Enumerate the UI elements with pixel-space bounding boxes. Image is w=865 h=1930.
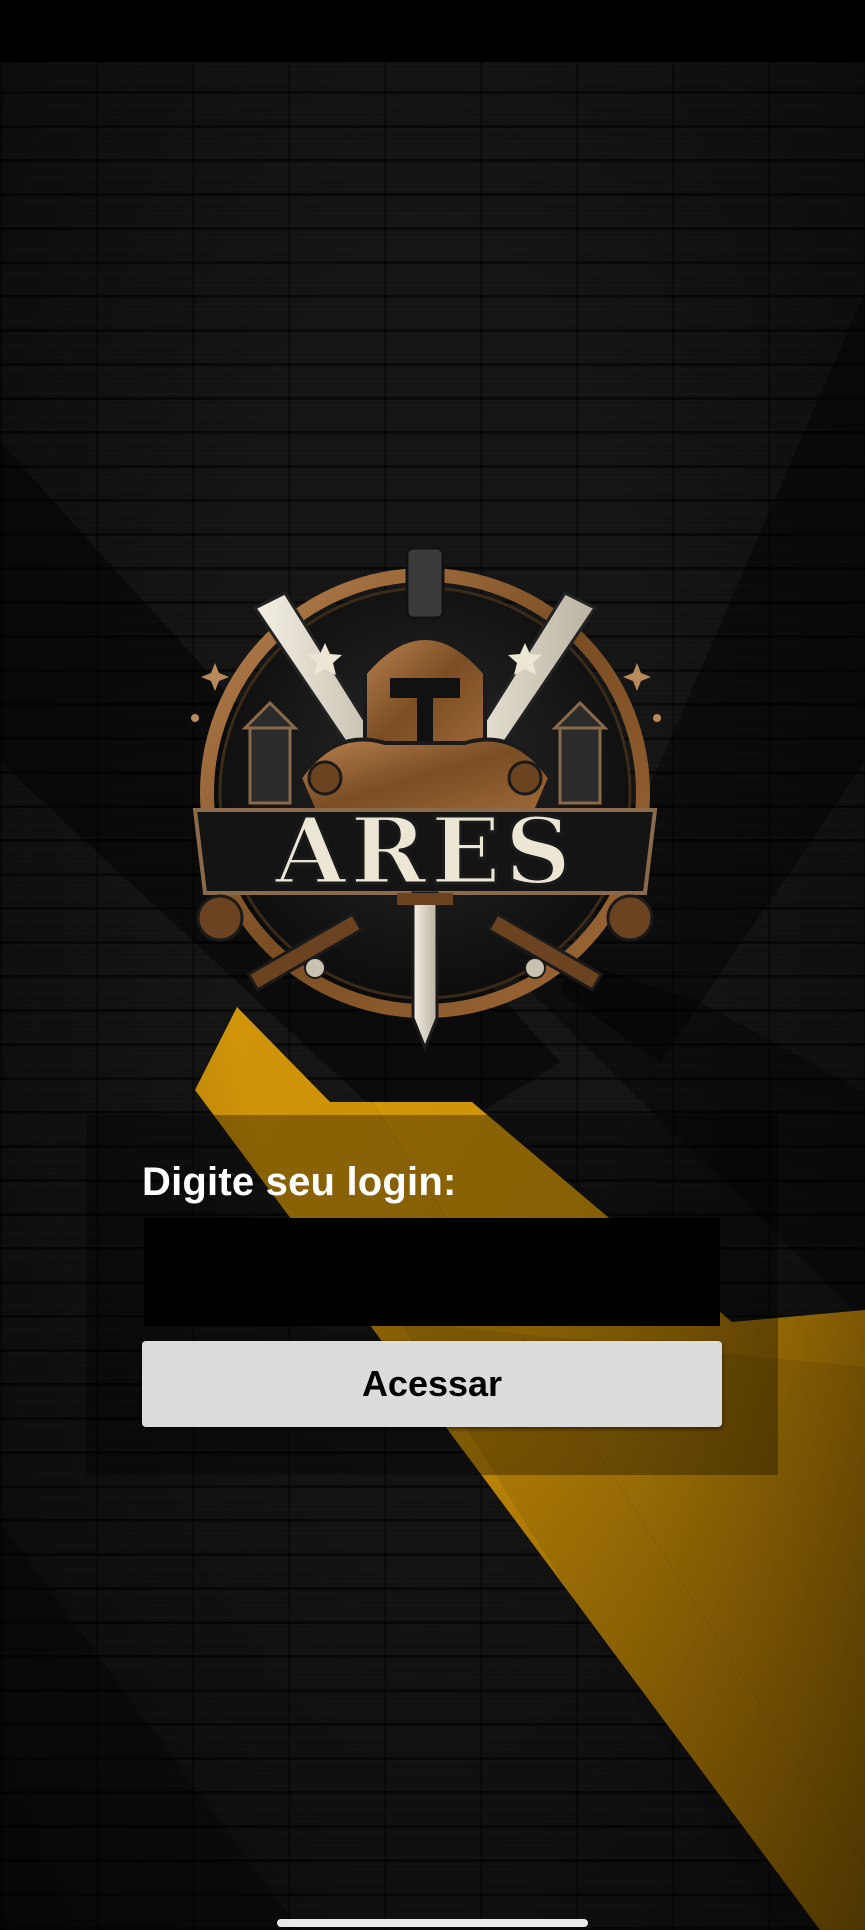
- spartan-warrior-emblem-icon: ARES: [191, 548, 661, 1053]
- login-label: Digite seu login:: [142, 1160, 457, 1204]
- logo-text: ARES: [274, 797, 575, 905]
- access-button[interactable]: Acessar: [142, 1341, 722, 1427]
- login-input[interactable]: [144, 1218, 720, 1326]
- login-screen: ARES Digite seu login: Acessar: [0, 0, 865, 1930]
- login-panel: Digite seu login: Acessar: [86, 1115, 778, 1475]
- home-indicator[interactable]: [277, 1919, 588, 1927]
- ares-logo: ARES: [175, 548, 675, 1058]
- status-bar: [0, 0, 865, 62]
